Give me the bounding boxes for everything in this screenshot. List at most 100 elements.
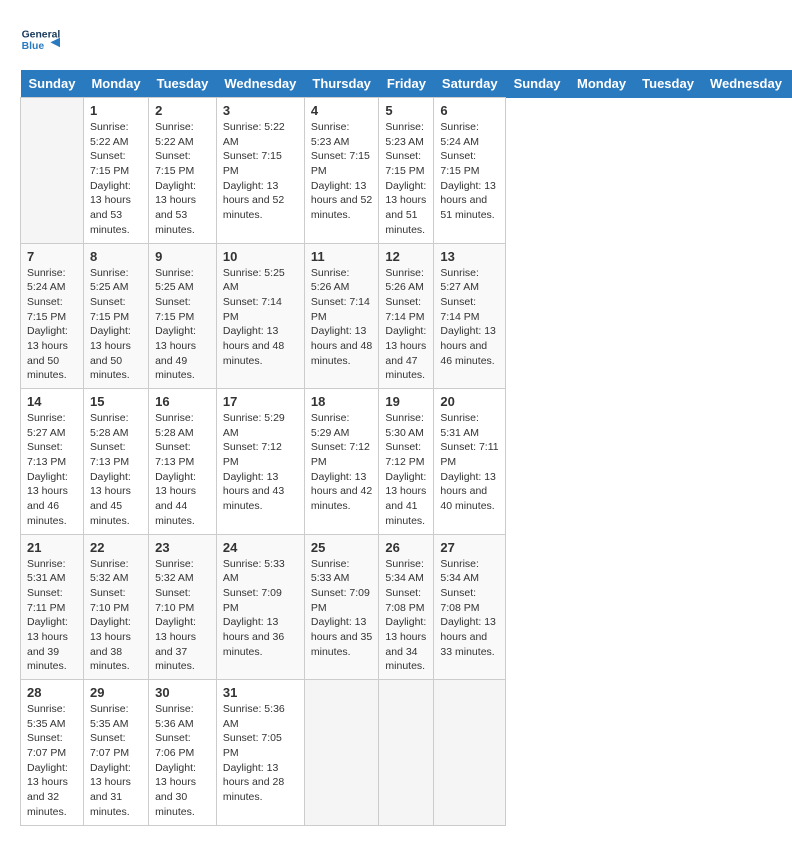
day-header-monday: Monday (83, 70, 148, 98)
day-number: 5 (385, 103, 427, 118)
header: General Blue (20, 20, 772, 60)
day-number: 17 (223, 394, 298, 409)
day-cell: 24 Sunrise: 5:33 AMSunset: 7:09 PMDayligh… (216, 534, 304, 680)
day-cell: 1Sunrise: 5:22 AMSunset: 7:15 PMDaylight… (83, 98, 148, 244)
day-cell: 25 Sunrise: 5:33 AMSunset: 7:09 PMDayligh… (304, 534, 379, 680)
day-info: Sunrise: 5:28 AMSunset: 7:13 PMDaylight:… (90, 411, 142, 529)
week-row-2: 7Sunrise: 5:24 AMSunset: 7:15 PMDaylight… (21, 243, 792, 389)
day-number: 20 (440, 394, 499, 409)
day-cell (304, 680, 379, 826)
day-number: 21 (27, 540, 77, 555)
day-info: Sunrise: 5:26 AMSunset: 7:14 PMDaylight:… (385, 266, 427, 384)
day-header-tuesday: Tuesday (634, 70, 702, 98)
week-row-3: 14 Sunrise: 5:27 AMSunset: 7:13 PMDayligh… (21, 389, 792, 535)
day-info: Sunrise: 5:28 AMSunset: 7:13 PMDaylight:… (155, 411, 210, 529)
day-header-wednesday: Wednesday (216, 70, 304, 98)
day-cell: 17 Sunrise: 5:29 AMSunset: 7:12 PMDayligh… (216, 389, 304, 535)
day-info: Sunrise: 5:22 AMSunset: 7:15 PMDaylight:… (223, 120, 298, 223)
day-info: Sunrise: 5:34 AMSunset: 7:08 PMDaylight:… (385, 557, 427, 675)
day-number: 3 (223, 103, 298, 118)
day-number: 29 (90, 685, 142, 700)
day-number: 10 (223, 249, 298, 264)
day-header-sunday: Sunday (21, 70, 84, 98)
logo-icon: General Blue (20, 20, 60, 60)
day-info: Sunrise: 5:22 AMSunset: 7:15 PMDaylight:… (155, 120, 210, 238)
day-info: Sunrise: 5:32 AMSunset: 7:10 PMDaylight:… (155, 557, 210, 675)
day-cell: 31Sunrise: 5:36 AMSunset: 7:05 PMDayligh… (216, 680, 304, 826)
day-info: Sunrise: 5:36 AMSunset: 7:06 PMDaylight:… (155, 702, 210, 820)
day-number: 18 (311, 394, 373, 409)
day-cell (434, 680, 506, 826)
day-number: 30 (155, 685, 210, 700)
day-info: Sunrise: 5:35 AMSunset: 7:07 PMDaylight:… (90, 702, 142, 820)
day-number: 13 (440, 249, 499, 264)
day-cell: 12 Sunrise: 5:26 AMSunset: 7:14 PMDayligh… (379, 243, 434, 389)
day-cell: 11Sunrise: 5:26 AMSunset: 7:14 PMDayligh… (304, 243, 379, 389)
day-number: 12 (385, 249, 427, 264)
day-cell: 15Sunrise: 5:28 AMSunset: 7:13 PMDayligh… (83, 389, 148, 535)
day-info: Sunrise: 5:33 AMSunset: 7:09 PMDaylight:… (311, 557, 373, 660)
day-cell: 23 Sunrise: 5:32 AMSunset: 7:10 PMDayligh… (149, 534, 217, 680)
svg-text:General: General (22, 30, 60, 41)
day-cell: 21 Sunrise: 5:31 AMSunset: 7:11 PMDayligh… (21, 534, 84, 680)
day-cell: 16Sunrise: 5:28 AMSunset: 7:13 PMDayligh… (149, 389, 217, 535)
day-number: 24 (223, 540, 298, 555)
day-info: Sunrise: 5:27 AMSunset: 7:14 PMDaylight:… (440, 266, 499, 369)
day-cell (379, 680, 434, 826)
day-number: 2 (155, 103, 210, 118)
day-number: 28 (27, 685, 77, 700)
day-header-saturday: Saturday (434, 70, 506, 98)
day-cell: 10Sunrise: 5:25 AMSunset: 7:14 PMDayligh… (216, 243, 304, 389)
day-cell: 22 Sunrise: 5:32 AMSunset: 7:10 PMDayligh… (83, 534, 148, 680)
day-cell: 5Sunrise: 5:23 AMSunset: 7:15 PMDaylight… (379, 98, 434, 244)
day-info: Sunrise: 5:32 AMSunset: 7:10 PMDaylight:… (90, 557, 142, 675)
day-info: Sunrise: 5:29 AMSunset: 7:12 PMDaylight:… (311, 411, 373, 514)
week-row-5: 28 Sunrise: 5:35 AMSunset: 7:07 PMDayligh… (21, 680, 792, 826)
day-number: 14 (27, 394, 77, 409)
day-cell: 13 Sunrise: 5:27 AMSunset: 7:14 PMDayligh… (434, 243, 506, 389)
day-cell: 19 Sunrise: 5:30 AMSunset: 7:12 PMDayligh… (379, 389, 434, 535)
week-row-4: 21 Sunrise: 5:31 AMSunset: 7:11 PMDayligh… (21, 534, 792, 680)
day-info: Sunrise: 5:27 AMSunset: 7:13 PMDaylight:… (27, 411, 77, 529)
day-info: Sunrise: 5:30 AMSunset: 7:12 PMDaylight:… (385, 411, 427, 529)
day-header-thursday: Thursday (304, 70, 379, 98)
day-header-tuesday: Tuesday (149, 70, 217, 98)
day-info: Sunrise: 5:25 AMSunset: 7:15 PMDaylight:… (155, 266, 210, 384)
day-cell: 7Sunrise: 5:24 AMSunset: 7:15 PMDaylight… (21, 243, 84, 389)
day-number: 27 (440, 540, 499, 555)
day-header-sunday: Sunday (506, 70, 569, 98)
day-info: Sunrise: 5:31 AMSunset: 7:11 PMDaylight:… (27, 557, 77, 675)
day-header-wednesday: Wednesday (702, 70, 790, 98)
day-number: 4 (311, 103, 373, 118)
header-row: SundayMondayTuesdayWednesdayThursdayFrid… (21, 70, 792, 98)
day-info: Sunrise: 5:33 AMSunset: 7:09 PMDaylight:… (223, 557, 298, 660)
day-number: 11 (311, 249, 373, 264)
day-number: 1 (90, 103, 142, 118)
day-cell: 2 Sunrise: 5:22 AMSunset: 7:15 PMDaylight… (149, 98, 217, 244)
day-info: Sunrise: 5:31 AMSunset: 7:11 PMDaylight:… (440, 411, 499, 514)
day-cell: 4 Sunrise: 5:23 AMSunset: 7:15 PMDaylight… (304, 98, 379, 244)
day-info: Sunrise: 5:34 AMSunset: 7:08 PMDaylight:… (440, 557, 499, 660)
day-number: 23 (155, 540, 210, 555)
day-info: Sunrise: 5:24 AMSunset: 7:15 PMDaylight:… (27, 266, 77, 384)
day-number: 31 (223, 685, 298, 700)
week-row-1: 1 Sunrise: 5:22 AMSunset: 7:15 PMDaylight… (21, 98, 792, 244)
day-number: 22 (90, 540, 142, 555)
day-header-monday: Monday (569, 70, 634, 98)
day-info: Sunrise: 5:29 AMSunset: 7:12 PMDaylight:… (223, 411, 298, 514)
day-cell: 26 Sunrise: 5:34 AMSunset: 7:08 PMDayligh… (379, 534, 434, 680)
day-cell: 28Sunrise: 5:35 AMSunset: 7:07 PMDayligh… (21, 680, 84, 826)
day-number: 19 (385, 394, 427, 409)
calendar-table: SundayMondayTuesdayWednesdayThursdayFrid… (20, 70, 792, 826)
day-cell (21, 98, 84, 244)
day-info: Sunrise: 5:23 AMSunset: 7:15 PMDaylight:… (311, 120, 373, 223)
day-info: Sunrise: 5:25 AMSunset: 7:15 PMDaylight:… (90, 266, 142, 384)
day-number: 26 (385, 540, 427, 555)
day-number: 9 (155, 249, 210, 264)
day-cell: 29 Sunrise: 5:35 AMSunset: 7:07 PMDayligh… (83, 680, 148, 826)
day-cell: 30 Sunrise: 5:36 AMSunset: 7:06 PMDayligh… (149, 680, 217, 826)
logo: General Blue (20, 20, 60, 60)
day-number: 25 (311, 540, 373, 555)
svg-text:Blue: Blue (22, 41, 45, 52)
day-number: 8 (90, 249, 142, 264)
